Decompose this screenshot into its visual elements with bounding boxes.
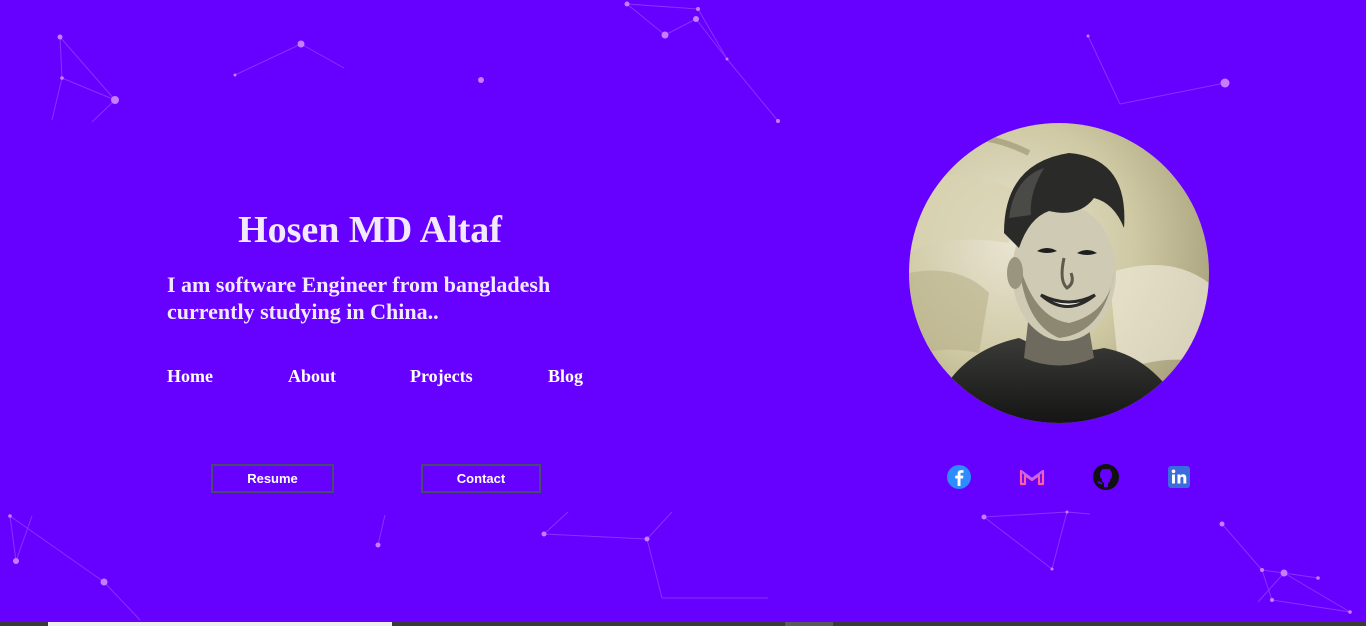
github-icon[interactable] xyxy=(1092,463,1120,491)
profile-name: Hosen MD Altaf xyxy=(238,209,502,251)
profile-tagline: I am software Engineer from bangladesh c… xyxy=(167,272,551,324)
scrollbar-thumb[interactable] xyxy=(48,622,392,626)
nav-link-blog[interactable]: Blog xyxy=(548,365,583,387)
profile-avatar xyxy=(909,123,1209,423)
scrollbar-segment xyxy=(785,622,833,626)
linkedin-icon[interactable] xyxy=(1165,463,1193,491)
nav-link-about[interactable]: About xyxy=(288,365,336,387)
horizontal-scrollbar[interactable] xyxy=(0,622,1366,626)
nav-link-projects[interactable]: Projects xyxy=(410,365,473,387)
gmail-icon[interactable] xyxy=(1018,463,1046,491)
resume-button[interactable]: Resume xyxy=(211,464,334,493)
contact-button[interactable]: Contact xyxy=(421,464,541,493)
nav-link-home[interactable]: Home xyxy=(167,365,213,387)
portfolio-page: Hosen MD Altaf I am software Engineer fr… xyxy=(0,0,1366,626)
facebook-icon[interactable] xyxy=(945,463,973,491)
